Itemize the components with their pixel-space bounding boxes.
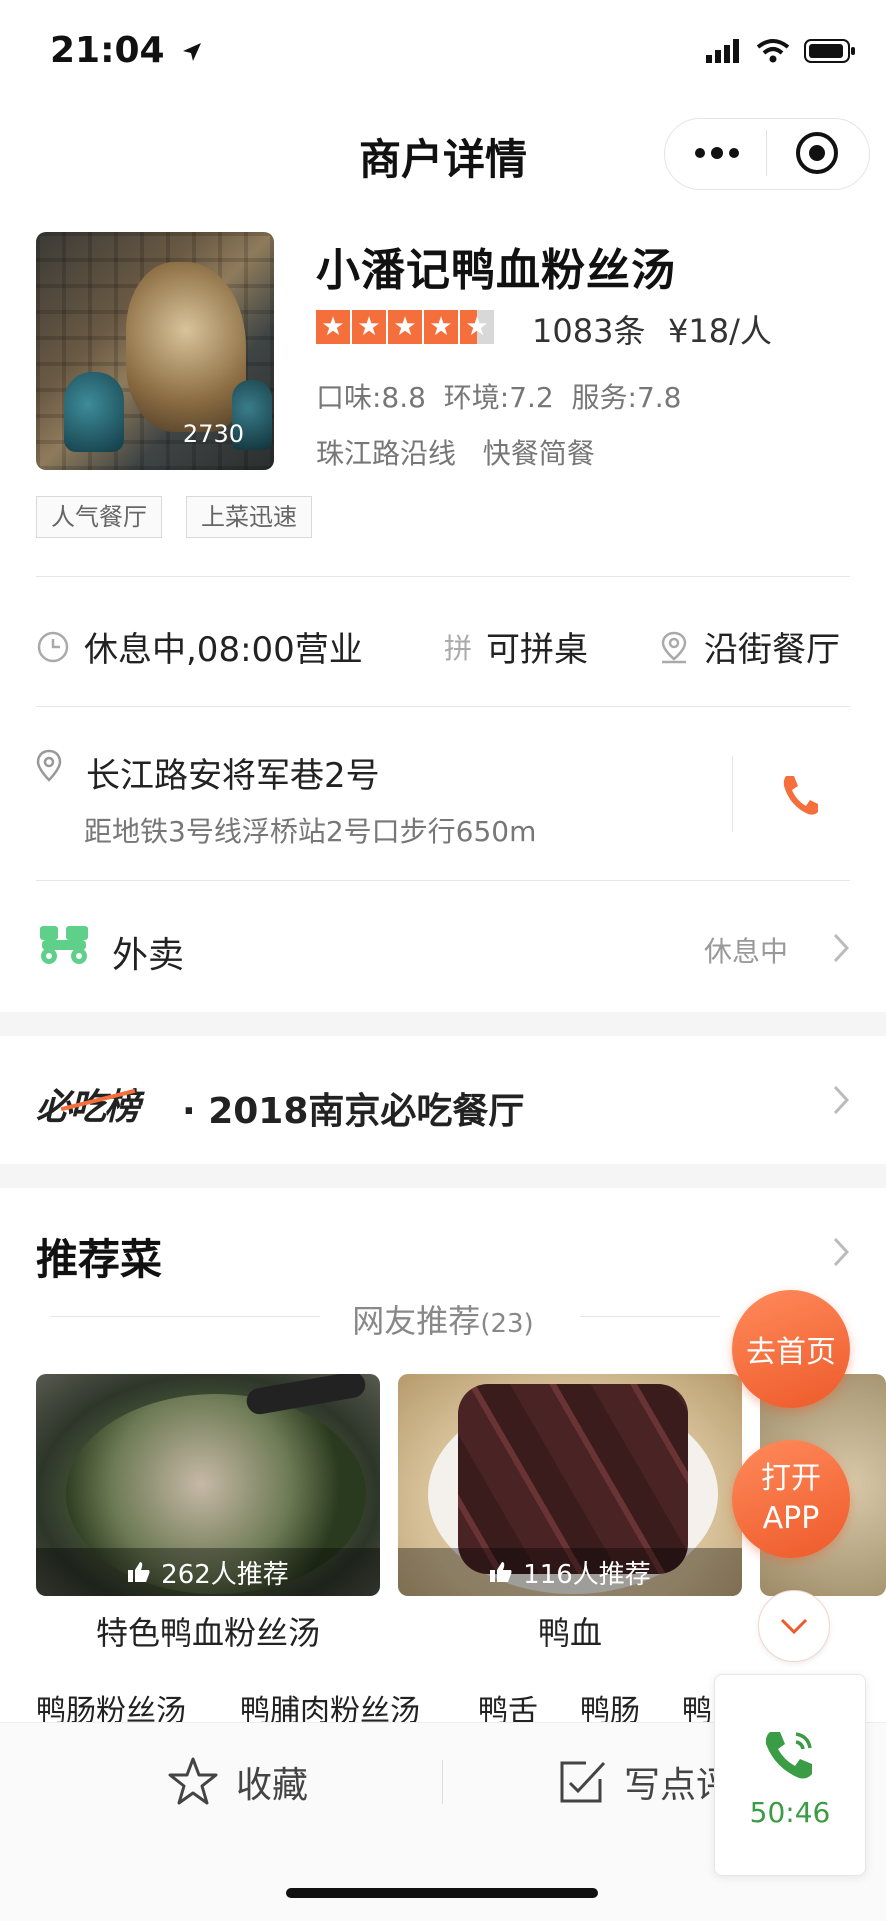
star-icon: ★ <box>352 310 386 344</box>
signal-icon <box>706 39 739 63</box>
takeaway-label[interactable]: 外卖 <box>112 926 184 978</box>
score-breakdown: 口味:8.8 环境:7.2 服务:7.8 <box>316 381 682 414</box>
open-app-line1: 打开 <box>761 1461 821 1496</box>
business-hours-text: 休息中,08:00营业 <box>84 630 363 670</box>
section-gap <box>0 1164 886 1188</box>
more-dots-icon[interactable] <box>694 140 740 166</box>
address-distance: 距地铁3号线浮桥站2号口步行650m <box>84 815 537 848</box>
location-arrow-icon <box>183 43 202 61</box>
home-indicator <box>286 1888 598 1898</box>
rating-stars: ★ ★ ★ ★ ★ <box>316 310 494 344</box>
review-count[interactable]: 1083条 <box>532 306 645 352</box>
divider <box>36 880 850 881</box>
address-pin-icon <box>36 749 62 782</box>
dish-card[interactable]: 262人推荐 <box>36 1374 380 1596</box>
favorite-button[interactable]: 收藏 <box>166 1756 308 1808</box>
capsule-divider <box>766 130 767 176</box>
street-restaurant-text: 沿街餐厅 <box>704 630 840 670</box>
open-app-button[interactable]: 打开 APP <box>732 1440 850 1558</box>
go-home-button[interactable]: 去首页 <box>732 1290 850 1408</box>
call-timer: 50:46 <box>749 1795 831 1829</box>
must-eat-title[interactable]: · 2018南京必吃餐厅 <box>182 1082 524 1134</box>
star-outline-icon <box>168 1757 218 1805</box>
location-pin-icon <box>661 631 687 663</box>
street-restaurant: 沿街餐厅 <box>658 622 840 671</box>
write-review-button[interactable]: 写点评 <box>556 1756 732 1808</box>
section-gap <box>0 1012 886 1036</box>
dish-badge: 116人推荐 <box>398 1548 742 1596</box>
half-star-icon: ★ <box>460 310 494 344</box>
divider <box>36 576 850 577</box>
avg-price: ¥18/人 <box>668 312 772 350</box>
clock-icon <box>37 631 69 662</box>
address-line[interactable]: 长江路安将军巷2号 <box>86 748 380 797</box>
share-table: 拼 可拼桌 <box>444 622 588 671</box>
business-hours: 休息中,08:00营业 <box>36 622 363 671</box>
chevron-down-icon <box>780 1618 808 1635</box>
recommend-title[interactable]: 推荐菜 <box>36 1226 162 1287</box>
district-category: 珠江路沿线 快餐简餐 <box>316 437 595 470</box>
dish-badge-text: 262人推荐 <box>161 1559 289 1590</box>
favorite-label: 收藏 <box>236 1765 309 1806</box>
share-table-icon: 拼 <box>444 631 473 665</box>
battery-icon <box>804 39 855 63</box>
status-icons <box>706 38 856 64</box>
dish-name: 鸭血 <box>537 1614 602 1652</box>
chevron-right-icon[interactable] <box>832 932 850 964</box>
address-divider <box>732 756 733 832</box>
phone-icon[interactable] <box>780 772 820 818</box>
dish-card[interactable]: 116人推荐 <box>398 1374 742 1596</box>
thumbs-up-icon <box>490 1562 512 1582</box>
dish-badge: 262人推荐 <box>36 1548 380 1596</box>
star-icon: ★ <box>388 310 422 344</box>
share-table-text: 可拼桌 <box>486 630 589 670</box>
status-time-text: 21:04 <box>50 30 165 71</box>
divider <box>36 706 850 707</box>
call-floating-widget[interactable]: 50:46 <box>714 1674 866 1876</box>
photo-count: 2730 <box>182 420 244 448</box>
shop-name: 小潘记鸭血粉丝汤 <box>316 245 676 296</box>
recommend-subtitle-count: (23) <box>480 1309 534 1339</box>
edit-check-icon <box>560 1761 606 1803</box>
chevron-right-icon[interactable] <box>832 1084 850 1116</box>
tag-fast-serving: 上菜迅速 <box>186 496 312 538</box>
open-app-line2: APP <box>762 1501 820 1536</box>
recommend-subtitle-text: 网友推荐 <box>352 1302 481 1340</box>
thumbs-up-icon <box>128 1562 150 1582</box>
star-icon: ★ <box>316 310 350 344</box>
takeaway-status: 休息中 <box>704 935 789 968</box>
tag-popular: 人气餐厅 <box>36 496 162 538</box>
collapse-button[interactable] <box>758 1590 830 1662</box>
bottom-bar-separator <box>442 1760 443 1804</box>
phone-call-icon <box>765 1731 812 1778</box>
star-icon: ★ <box>424 310 458 344</box>
status-time: 21:04 <box>50 30 203 71</box>
shop-cover-photo[interactable]: 2730 <box>36 232 274 470</box>
wifi-icon <box>756 39 790 63</box>
dish-name: 特色鸭血粉丝汤 <box>95 1614 320 1652</box>
subtitle-line-right <box>580 1316 720 1317</box>
chevron-right-icon[interactable] <box>832 1236 850 1268</box>
close-target-icon[interactable] <box>794 130 840 176</box>
takeaway-scooter-icon <box>40 926 88 964</box>
dish-badge-text: 116人推荐 <box>523 1559 651 1590</box>
